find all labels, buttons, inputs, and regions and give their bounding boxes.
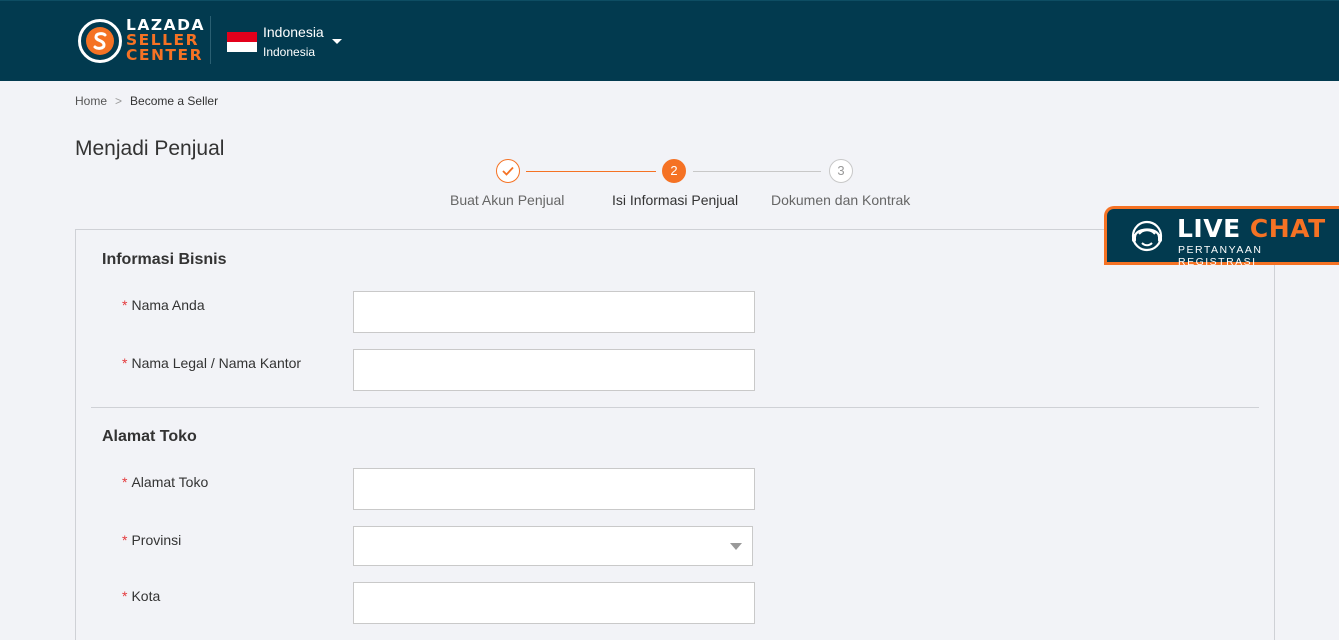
indonesia-flag-icon[interactable] bbox=[227, 32, 257, 52]
breadcrumb-home[interactable]: Home bbox=[75, 94, 107, 108]
city-label: * Kota bbox=[122, 588, 160, 604]
name-input[interactable] bbox=[353, 291, 755, 333]
required-mark: * bbox=[122, 297, 128, 313]
province-label-text: Provinsi bbox=[131, 532, 182, 548]
country-selector-main[interactable]: Indonesia bbox=[263, 24, 324, 40]
legal-name-label-text: Nama Legal / Nama Kantor bbox=[131, 355, 302, 371]
store-address-label: * Alamat Toko bbox=[122, 474, 208, 490]
step-2-label: Isi Informasi Penjual bbox=[612, 192, 739, 208]
step-connector-1 bbox=[526, 171, 656, 172]
name-label-text: Nama Anda bbox=[131, 297, 205, 313]
required-mark: * bbox=[122, 355, 128, 371]
province-select[interactable] bbox=[353, 526, 753, 566]
legal-name-input[interactable] bbox=[353, 349, 755, 391]
step-connector-2 bbox=[693, 171, 821, 172]
step-2-number: 2 bbox=[662, 159, 686, 183]
brand-wordmark[interactable]: LAZADA SELLER CENTER bbox=[126, 17, 205, 64]
step-1-label: Buat Akun Penjual bbox=[450, 192, 565, 208]
breadcrumb-current: Become a Seller bbox=[130, 94, 219, 108]
headset-agent-icon bbox=[1131, 220, 1163, 252]
step-3-number: 3 bbox=[829, 159, 853, 183]
top-navbar: LAZADA SELLER CENTER Indonesia Indonesia bbox=[0, 0, 1339, 81]
chevron-down-icon bbox=[730, 543, 742, 550]
live-chat-chat: CHAT bbox=[1249, 214, 1326, 243]
store-address-heading: Alamat Toko bbox=[102, 428, 197, 445]
header-divider bbox=[210, 16, 211, 64]
country-selector-sub[interactable]: Indonesia bbox=[263, 45, 315, 59]
legal-name-label: * Nama Legal / Nama Kantor bbox=[122, 355, 301, 371]
breadcrumb: Home > Become a Seller bbox=[75, 94, 218, 108]
business-info-heading: Informasi Bisnis bbox=[102, 251, 227, 268]
seller-center-logo-icon[interactable] bbox=[78, 19, 122, 63]
required-mark: * bbox=[122, 474, 128, 490]
live-chat-title: LIVE CHAT bbox=[1177, 214, 1326, 243]
required-mark: * bbox=[122, 532, 128, 548]
dropdown-caret-icon[interactable] bbox=[332, 39, 342, 44]
province-label: * Provinsi bbox=[122, 532, 181, 548]
store-address-label-text: Alamat Toko bbox=[131, 474, 209, 490]
store-address-input[interactable] bbox=[353, 468, 755, 510]
brand-line-3: CENTER bbox=[126, 46, 204, 64]
live-chat-subtitle: PERTANYAAN REGISTRASI bbox=[1178, 244, 1263, 268]
live-chat-button[interactable]: LIVE CHAT PERTANYAAN REGISTRASI bbox=[1104, 206, 1339, 268]
section-divider bbox=[91, 407, 1259, 408]
step-3-label: Dokumen dan Kontrak bbox=[771, 192, 911, 208]
breadcrumb-separator: > bbox=[115, 94, 123, 108]
live-chat-live: LIVE bbox=[1177, 214, 1241, 243]
name-label: * Nama Anda bbox=[122, 297, 205, 313]
step-1-checkmark-icon bbox=[496, 159, 520, 183]
required-mark: * bbox=[122, 588, 128, 604]
city-label-text: Kota bbox=[131, 588, 161, 604]
city-input[interactable] bbox=[353, 582, 755, 624]
navbar-edge bbox=[0, 0, 1339, 1]
